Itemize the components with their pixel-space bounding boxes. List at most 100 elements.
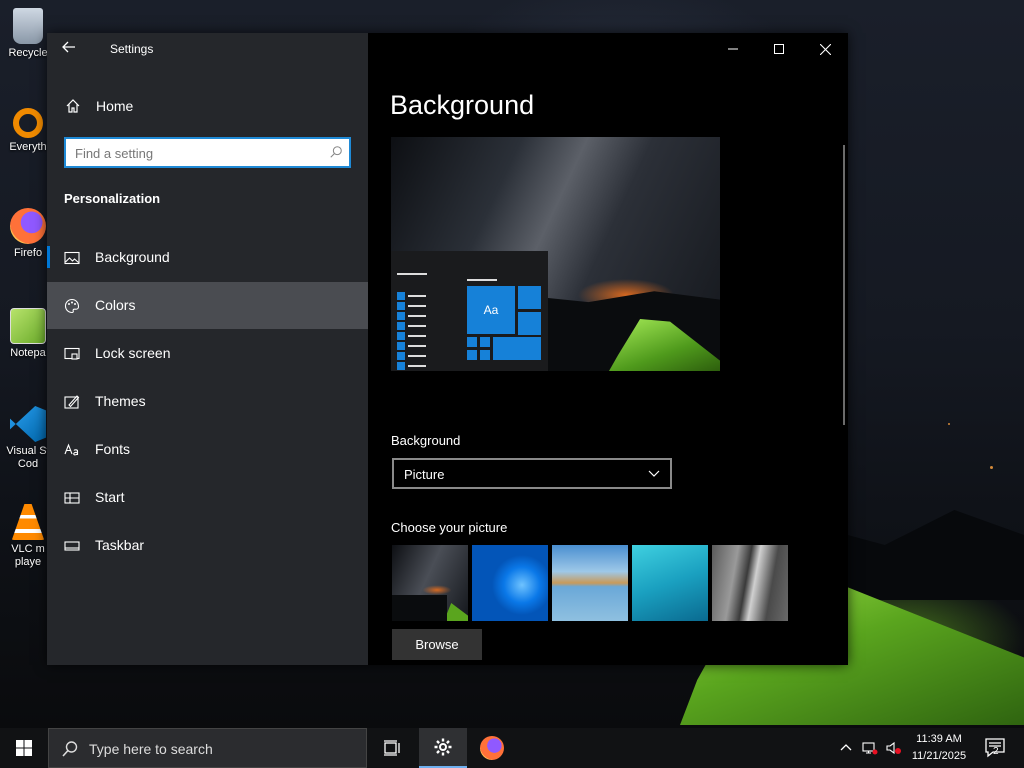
action-center-button[interactable]: 2 (980, 728, 1010, 768)
maximize-icon (774, 44, 784, 54)
preview-list-row (397, 361, 429, 371)
preview-tile (480, 350, 490, 360)
firefox-icon (480, 736, 504, 760)
picture-thumbnail[interactable] (392, 545, 468, 621)
choose-picture-label: Choose your picture (391, 520, 508, 535)
notepad-plus-icon (10, 308, 46, 344)
background-preview: Aa (391, 137, 720, 371)
back-arrow-icon (62, 41, 75, 53)
section-heading: Personalization (64, 191, 161, 206)
notification-count-badge: 2 (993, 746, 999, 757)
everything-search-icon (13, 108, 43, 138)
lock-screen-icon (64, 347, 80, 360)
preview-list-row (397, 351, 429, 361)
nav-item-label: Themes (95, 393, 146, 409)
picture-icon (64, 251, 80, 265)
nav-item-taskbar[interactable]: Taskbar (47, 522, 368, 569)
firefox-icon (10, 208, 46, 244)
taskbar-icon (64, 541, 80, 551)
active-indicator (47, 246, 50, 268)
preview-tile (467, 337, 477, 347)
window-title: Settings (110, 42, 154, 56)
volume-muted-icon[interactable] (886, 740, 902, 756)
browse-button[interactable]: Browse (392, 629, 482, 660)
nav-item-label: Colors (95, 297, 136, 313)
chevron-down-icon (648, 470, 660, 477)
page-title: Background (390, 90, 535, 120)
preview-start-menu: Aa (391, 251, 548, 371)
picture-thumbnail[interactable] (472, 545, 548, 621)
recycle-bin-icon (13, 8, 43, 44)
content-scrollbar[interactable] (843, 145, 845, 425)
gear-icon (434, 738, 452, 756)
preview-list-row (397, 341, 429, 351)
start-icon (64, 492, 80, 504)
taskbar: Type here to search 11:39 AM 11/21/2025 … (0, 728, 1024, 768)
minimize-icon (728, 48, 738, 50)
vlc-cone-icon (11, 504, 45, 540)
close-button[interactable] (802, 33, 848, 65)
preview-list-row (397, 273, 429, 291)
preview-list-row (397, 321, 429, 331)
vscode-icon (10, 406, 46, 442)
maximize-button[interactable] (756, 33, 802, 65)
system-clock[interactable]: 11:39 AM 11/21/2025 (904, 731, 974, 765)
taskbar-search-placeholder: Type here to search (89, 741, 213, 757)
nav-home-label: Home (96, 98, 134, 114)
find-setting-input[interactable] (75, 144, 315, 162)
nav-item-fonts[interactable]: Fonts (47, 426, 368, 473)
palette-icon (64, 298, 80, 314)
clock-time: 11:39 AM (916, 733, 962, 745)
start-button[interactable] (0, 728, 48, 768)
nav-item-start[interactable]: Start (47, 474, 368, 521)
background-type-dropdown[interactable]: Picture (392, 458, 672, 489)
preview-tile-large: Aa (467, 286, 515, 334)
wallpaper-star (990, 466, 993, 469)
nav-item-label: Start (95, 489, 125, 505)
settings-nav-pane: Settings Home Personalization Background… (47, 33, 368, 665)
nav-home[interactable]: Home (47, 89, 368, 123)
picture-thumbnail[interactable] (712, 545, 788, 621)
taskbar-settings-app[interactable] (419, 728, 467, 768)
wallpaper-star (948, 423, 950, 425)
preview-tile (493, 337, 541, 360)
preview-tiles: Aa (467, 279, 542, 371)
settings-window: Settings Home Personalization Background… (47, 33, 848, 665)
picture-thumbnail[interactable] (632, 545, 708, 621)
back-button[interactable] (61, 39, 83, 59)
preview-list-row (397, 311, 429, 321)
close-icon (819, 43, 831, 55)
nav-item-themes[interactable]: Themes (47, 378, 368, 425)
taskbar-search-box[interactable]: Type here to search (48, 728, 367, 768)
task-view-button[interactable] (368, 728, 416, 768)
preview-app-list (397, 273, 429, 371)
minimize-button[interactable] (710, 33, 756, 65)
nav-item-lock-screen[interactable]: Lock screen (47, 330, 368, 377)
clock-date: 11/21/2025 (911, 750, 967, 762)
home-icon (66, 99, 80, 113)
picture-thumbnail[interactable] (552, 545, 628, 621)
network-icon[interactable] (862, 740, 878, 756)
task-view-icon (384, 740, 400, 756)
background-settings-page: Background Aa Background Picture Choose … (368, 33, 848, 665)
preview-tile (518, 312, 541, 335)
preview-list-row (397, 291, 429, 301)
find-setting-search[interactable] (64, 137, 351, 168)
search-icon (62, 741, 78, 757)
dropdown-selected-value: Picture (404, 467, 445, 482)
nav-titlebar: Settings (47, 33, 368, 65)
preview-tile (480, 337, 490, 347)
taskbar-firefox-app[interactable] (468, 728, 516, 768)
themes-icon (64, 395, 80, 409)
nav-item-label: Lock screen (95, 345, 171, 361)
windows-logo-icon (16, 740, 32, 756)
preview-list-row (397, 331, 429, 341)
nav-item-label: Background (95, 249, 170, 265)
nav-item-label: Taskbar (95, 537, 145, 553)
preview-list-row (397, 301, 429, 311)
nav-item-background[interactable]: Background (47, 234, 368, 281)
nav-item-colors[interactable]: Colors (47, 282, 368, 329)
background-field-label: Background (391, 433, 461, 448)
search-icon (330, 146, 342, 158)
chevron-up-icon[interactable] (838, 740, 854, 756)
